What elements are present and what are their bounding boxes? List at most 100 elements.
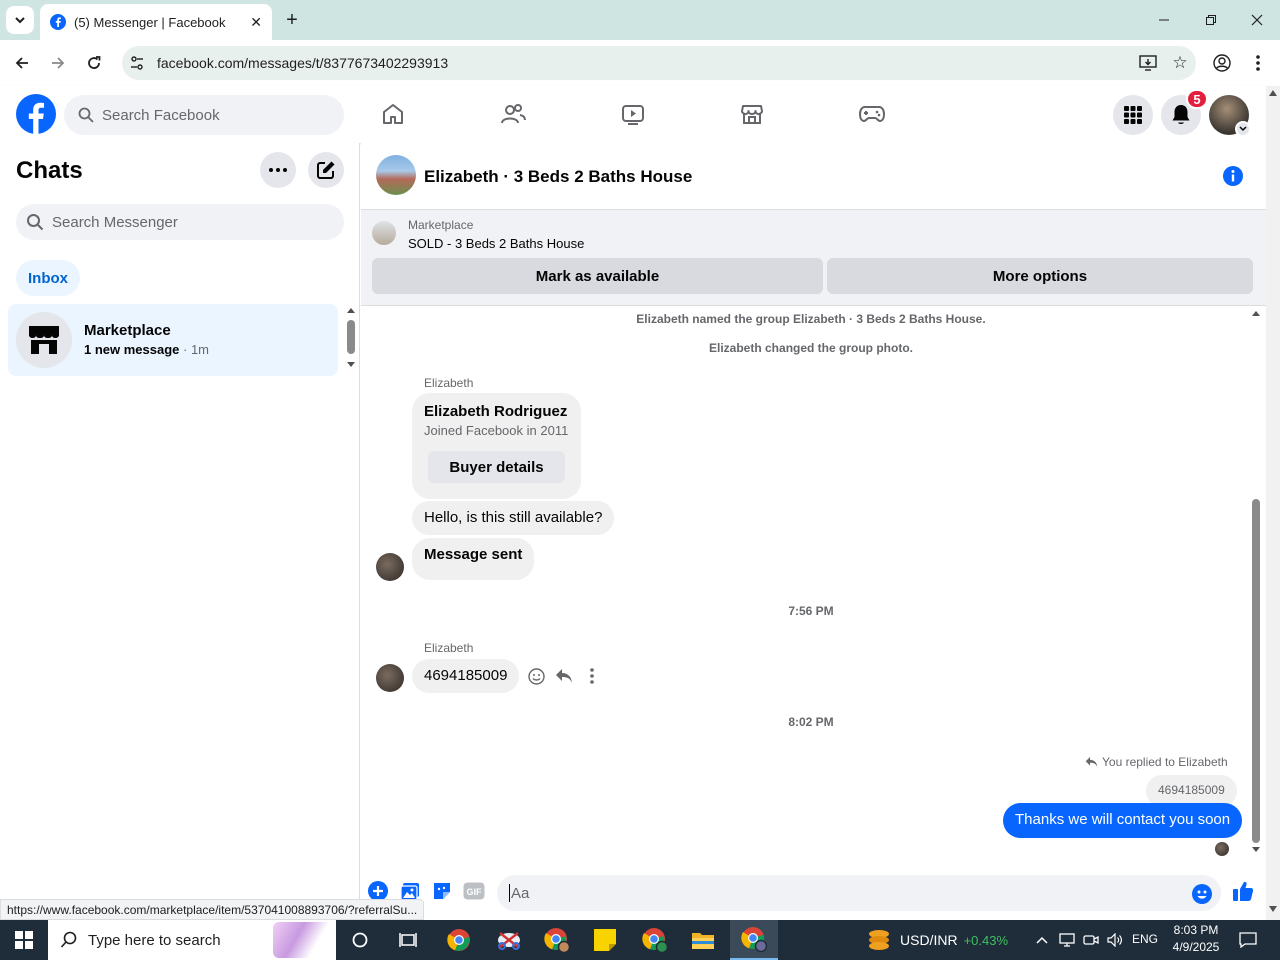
new-message-button[interactable] xyxy=(308,152,344,188)
emoji-button[interactable] xyxy=(1191,883,1213,905)
back-button[interactable] xyxy=(8,49,36,77)
react-button[interactable] xyxy=(525,665,547,687)
taskbar-chrome-profile-app[interactable] xyxy=(536,920,578,960)
currency-ticker-widget[interactable]: USD/INR +0.43% xyxy=(866,920,1016,960)
my-message-bubble[interactable]: Thanks we will contact you soon xyxy=(1003,803,1243,838)
chats-sidebar: Chats Search Messenger Inbox Marketplace… xyxy=(0,143,360,920)
input-language[interactable]: ENG xyxy=(1132,932,1158,946)
chats-options-button[interactable] xyxy=(260,152,296,188)
close-tab-icon[interactable]: ✕ xyxy=(250,14,262,31)
smiley-icon xyxy=(527,667,545,685)
conversation-scrollbar[interactable] xyxy=(1250,309,1262,854)
inbox-filter-tab[interactable]: Inbox xyxy=(16,260,80,296)
windows-logo-icon xyxy=(15,931,33,949)
clock-date: 4/9/2025 xyxy=(1172,940,1220,954)
ticker-name: USD/INR xyxy=(900,932,958,948)
nav-marketplace-button[interactable] xyxy=(732,94,772,134)
message-input[interactable]: Aa xyxy=(497,875,1221,911)
sticker-button[interactable] xyxy=(431,880,453,902)
new-tab-button[interactable]: + xyxy=(280,8,304,32)
nav-video-button[interactable] xyxy=(613,94,653,134)
taskbar-sticky-notes-app[interactable] xyxy=(584,920,626,960)
taskbar-file-explorer-app[interactable] xyxy=(682,920,724,960)
message-more-button[interactable] xyxy=(581,665,603,687)
nav-friends-button[interactable] xyxy=(493,94,533,134)
messenger-search-box[interactable]: Search Messenger xyxy=(16,204,344,240)
chat-preview-line: 1 new message · 1m xyxy=(84,342,209,357)
taskbar-chrome-profile-app-2[interactable] xyxy=(634,920,676,960)
chat-list-scrollbar[interactable] xyxy=(346,306,356,370)
ticker-change: +0.43% xyxy=(963,932,1009,948)
start-button[interactable] xyxy=(0,920,48,960)
close-window-button[interactable] xyxy=(1243,8,1271,32)
mark-as-available-button[interactable]: Mark as available xyxy=(372,258,823,294)
scroll-up-arrow-icon[interactable] xyxy=(1252,311,1260,316)
scroll-down-arrow-icon[interactable] xyxy=(347,362,355,367)
action-center-button[interactable] xyxy=(1234,920,1262,960)
message-bubble[interactable]: Message sent xyxy=(412,538,535,580)
install-app-icon[interactable] xyxy=(1132,55,1164,71)
facebook-logo[interactable] xyxy=(16,94,56,134)
taskbar-search-box[interactable]: Type here to search xyxy=(48,920,336,960)
bookmark-star-icon[interactable]: ☆ xyxy=(1164,53,1196,73)
reply-button[interactable] xyxy=(553,665,575,687)
scroll-up-arrow-icon[interactable] xyxy=(1269,90,1277,96)
menu-grid-button[interactable] xyxy=(1113,95,1153,135)
profile-button[interactable] xyxy=(1208,49,1236,77)
bell-icon xyxy=(1172,105,1190,124)
minimize-button[interactable] xyxy=(1150,8,1178,32)
message-bubble[interactable]: 4694185009 xyxy=(412,659,520,693)
volume-tray-icon[interactable] xyxy=(1104,920,1126,960)
gif-button[interactable]: GIF xyxy=(463,880,485,902)
buyer-details-button[interactable]: Buyer details xyxy=(428,451,565,483)
account-avatar-button[interactable] xyxy=(1209,95,1251,137)
tab-search-button[interactable] xyxy=(6,6,34,34)
taskbar-snipping-app[interactable] xyxy=(488,920,530,960)
scroll-down-arrow-icon[interactable] xyxy=(1269,906,1277,912)
task-view-button[interactable] xyxy=(388,920,428,960)
facebook-favicon-icon xyxy=(50,14,66,30)
like-button[interactable] xyxy=(1230,878,1256,904)
chat-preview-text: 1 new message xyxy=(84,342,180,357)
scrollbar-thumb[interactable] xyxy=(347,320,355,354)
url-bar[interactable]: facebook.com/messages/t/8377673402293913… xyxy=(122,46,1196,80)
url-text: facebook.com/messages/t/8377673402293913 xyxy=(157,55,449,71)
site-info-icon[interactable] xyxy=(122,55,152,71)
buyer-joined-date: Joined Facebook in 2011 xyxy=(424,423,569,438)
group-photo-avatar[interactable] xyxy=(376,155,416,195)
nav-home-button[interactable] xyxy=(373,94,413,134)
taskbar-chrome-active-app[interactable] xyxy=(730,920,778,960)
more-options-button[interactable]: More options xyxy=(827,258,1253,294)
conversation-info-button[interactable] xyxy=(1222,165,1244,187)
browser-tab[interactable]: (5) Messenger | Facebook ✕ xyxy=(40,4,272,40)
scrollbar-thumb[interactable] xyxy=(1252,499,1260,843)
scroll-up-arrow-icon[interactable] xyxy=(347,308,355,313)
browser-menu-button[interactable] xyxy=(1246,49,1270,77)
cortana-button[interactable] xyxy=(340,920,380,960)
taskbar-clock[interactable]: 8:03 PM 4/9/2025 xyxy=(1166,922,1226,956)
sender-avatar[interactable] xyxy=(376,664,404,692)
grid-menu-icon xyxy=(1124,106,1142,124)
restore-button[interactable] xyxy=(1197,8,1225,32)
nav-gaming-button[interactable] xyxy=(852,94,892,134)
chat-list-item-marketplace[interactable]: Marketplace 1 new message · 1m xyxy=(8,304,338,376)
minimize-icon xyxy=(1159,19,1169,21)
scroll-down-arrow-icon[interactable] xyxy=(1252,847,1260,852)
listing-status[interactable]: SOLD - 3 Beds 2 Baths House xyxy=(408,236,584,251)
message-bubble[interactable]: Hello, is this still available? xyxy=(412,501,615,535)
meet-now-tray-icon[interactable] xyxy=(1080,920,1102,960)
facebook-search-box[interactable]: Search Facebook xyxy=(64,95,344,135)
listing-thumbnail[interactable] xyxy=(372,221,396,245)
page-scrollbar[interactable] xyxy=(1266,86,1280,920)
sender-avatar[interactable] xyxy=(376,553,404,581)
photo-icon xyxy=(400,882,419,901)
buyer-name: Elizabeth Rodriguez xyxy=(424,403,568,420)
conversation-title[interactable]: Elizabeth · 3 Beds 2 Baths House xyxy=(424,167,692,187)
text-caret xyxy=(509,884,510,902)
taskbar-chrome-app[interactable] xyxy=(438,920,480,960)
show-hidden-icons-button[interactable] xyxy=(1032,920,1052,960)
reload-button[interactable] xyxy=(80,49,108,77)
network-tray-icon[interactable] xyxy=(1056,920,1078,960)
reply-arrow-icon xyxy=(1085,756,1098,768)
forward-button[interactable] xyxy=(44,49,72,77)
